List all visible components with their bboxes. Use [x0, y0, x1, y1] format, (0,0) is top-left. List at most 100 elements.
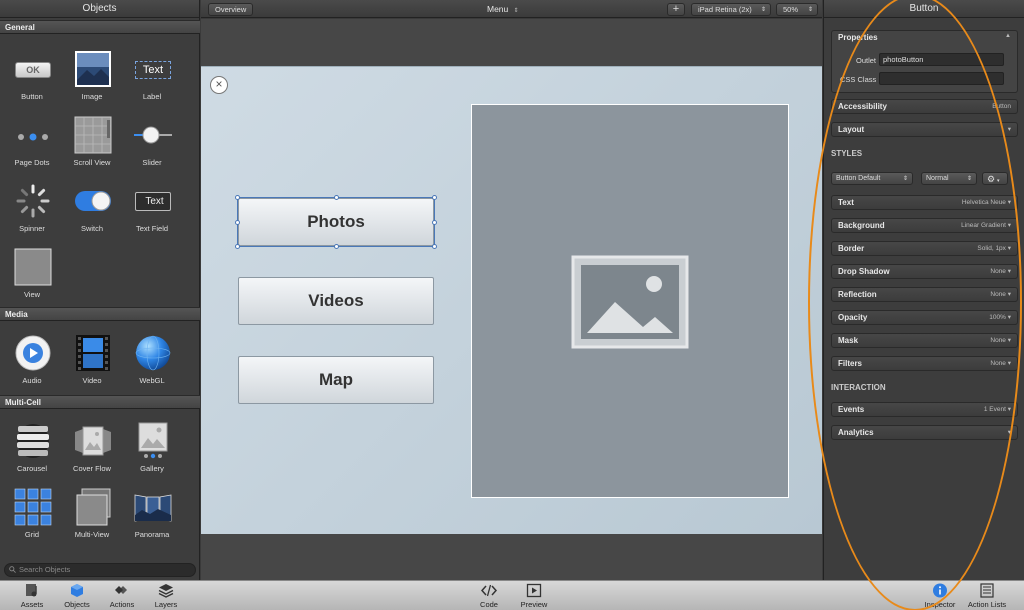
- events-row[interactable]: Events 1 Event ▾: [831, 402, 1018, 417]
- style-state-label: Normal: [926, 175, 949, 182]
- object-switch[interactable]: Switch: [62, 176, 122, 238]
- style-row-value: None ▾: [990, 337, 1011, 344]
- style-row-background[interactable]: Background Linear Gradient ▾: [831, 218, 1018, 233]
- map-button[interactable]: Map: [238, 356, 434, 404]
- object-panorama[interactable]: Panorama: [122, 482, 182, 544]
- object-webgl[interactable]: WebGL: [122, 328, 182, 390]
- object-page-dots[interactable]: Page Dots: [2, 110, 62, 172]
- styles-header: STYLES: [831, 149, 863, 158]
- preview-label: Preview: [520, 600, 548, 609]
- overview-button[interactable]: Overview: [208, 3, 254, 16]
- cover-flow-icon: [74, 422, 112, 460]
- object-view[interactable]: View: [2, 242, 62, 304]
- canvas-area[interactable]: × Photos Videos Map: [201, 19, 822, 580]
- style-row-value: None ▾: [990, 291, 1011, 298]
- layers-icon: [158, 584, 174, 598]
- add-button[interactable]: +: [667, 3, 685, 16]
- css-class-field[interactable]: [879, 72, 1004, 85]
- style-row-text[interactable]: Text Helvetica Neue ▾: [831, 195, 1018, 210]
- object-label: Switch: [80, 224, 104, 233]
- object-grid[interactable]: Grid: [2, 482, 62, 544]
- style-row-filters[interactable]: Filters None ▾: [831, 356, 1018, 371]
- resize-handle[interactable]: [334, 195, 339, 200]
- style-preset-select[interactable]: Button Default ⇕: [831, 172, 913, 185]
- cube-icon: [71, 584, 83, 597]
- up-down-chevron-icon: ⇕: [902, 176, 908, 182]
- section-general[interactable]: General: [0, 20, 200, 34]
- style-row-drop-shadow[interactable]: Drop Shadow None ▾: [831, 264, 1018, 279]
- zoom-label: 50%: [783, 5, 799, 14]
- object-label: WebGL: [139, 376, 165, 385]
- action-lists-tab[interactable]: Action Lists: [964, 582, 1010, 610]
- collapse-icon[interactable]: ▲: [1005, 33, 1011, 39]
- analytics-row[interactable]: Analytics ▾: [831, 425, 1018, 440]
- object-slider[interactable]: Slider: [122, 110, 182, 172]
- objects-tab[interactable]: Objects: [54, 582, 100, 610]
- object-text-field[interactable]: Text Text Field: [122, 176, 182, 238]
- object-label: Spinner: [19, 224, 45, 233]
- close-icon[interactable]: ×: [210, 76, 228, 94]
- device-select[interactable]: iPad Retina (2x) ⇕: [691, 3, 771, 16]
- properties-group: Properties ▲ Outlet photoButton CSS Clas…: [831, 30, 1018, 93]
- objects-label: Objects: [64, 600, 90, 609]
- section-media[interactable]: Media: [0, 307, 200, 321]
- style-row-value: Helvetica Neue ▾: [961, 199, 1011, 206]
- resize-handle[interactable]: [235, 220, 240, 225]
- objects-panel-title: Objects: [0, 0, 199, 18]
- layers-tab[interactable]: Layers: [143, 582, 189, 610]
- object-gallery[interactable]: Gallery: [122, 416, 182, 478]
- diamond-actions-icon: [115, 586, 127, 594]
- code-tab[interactable]: Code: [466, 582, 512, 610]
- image-placeholder-panel[interactable]: [471, 104, 789, 498]
- properties-label: Properties: [838, 33, 878, 42]
- object-audio[interactable]: Audio: [2, 328, 62, 390]
- style-row-border[interactable]: Border Solid, 1px ▾: [831, 241, 1018, 256]
- style-row-opacity[interactable]: Opacity 100% ▾: [831, 310, 1018, 325]
- object-label: Video: [82, 376, 102, 385]
- object-image[interactable]: Image: [62, 44, 122, 106]
- accessibility-row[interactable]: Accessibility Button: [831, 99, 1018, 114]
- object-label: Text Field: [135, 224, 169, 233]
- scene-title-dropdown[interactable]: Menu ⇕: [487, 4, 519, 14]
- object-label-item[interactable]: Text Label: [122, 44, 182, 106]
- object-carousel[interactable]: Carousel: [2, 416, 62, 478]
- object-label: Button: [21, 92, 43, 101]
- object-multi-view[interactable]: Multi-View: [62, 482, 122, 544]
- section-multi-cell[interactable]: Multi-Cell: [0, 395, 200, 409]
- layout-row[interactable]: Layout ▾: [831, 122, 1018, 137]
- interaction-header: INTERACTION: [831, 383, 886, 392]
- resize-handle[interactable]: [432, 220, 437, 225]
- style-row-label: Opacity: [838, 313, 868, 322]
- videos-button[interactable]: Videos: [238, 277, 434, 325]
- image-placeholder-icon: [571, 255, 689, 349]
- accessibility-label: Accessibility: [838, 102, 887, 111]
- text-field-icon: Text: [134, 182, 172, 220]
- grid-icon: [14, 488, 52, 526]
- object-label: Scroll View: [73, 158, 111, 167]
- resize-handle[interactable]: [432, 195, 437, 200]
- scene-stage[interactable]: × Photos Videos Map: [201, 66, 822, 534]
- object-video[interactable]: Video: [62, 328, 122, 390]
- inspector-title: Button: [824, 0, 1024, 18]
- inspector-tab[interactable]: Inspector: [917, 582, 963, 610]
- resize-handle[interactable]: [432, 244, 437, 249]
- assets-tab[interactable]: Assets: [9, 582, 55, 610]
- zoom-select[interactable]: 50% ⇕: [776, 3, 818, 16]
- style-row-mask[interactable]: Mask None ▾: [831, 333, 1018, 348]
- object-scroll-view[interactable]: Scroll View: [62, 110, 122, 172]
- css-class-label: CSS Class: [840, 75, 877, 84]
- object-spinner[interactable]: Spinner: [2, 176, 62, 238]
- outlet-field[interactable]: photoButton: [879, 53, 1004, 66]
- preview-tab[interactable]: Preview: [511, 582, 557, 610]
- style-state-select[interactable]: Normal ⇕: [921, 172, 977, 185]
- style-row-label: Background: [838, 221, 885, 230]
- style-row-reflection[interactable]: Reflection None ▾: [831, 287, 1018, 302]
- actions-tab[interactable]: Actions: [99, 582, 145, 610]
- resize-handle[interactable]: [235, 195, 240, 200]
- resize-handle[interactable]: [235, 244, 240, 249]
- resize-handle[interactable]: [334, 244, 339, 249]
- object-button[interactable]: OK Button: [2, 44, 62, 106]
- object-cover-flow[interactable]: Cover Flow: [62, 416, 122, 478]
- style-settings-button[interactable]: ⚙ ▾: [982, 172, 1008, 185]
- search-objects-field[interactable]: Search Objects: [4, 563, 196, 577]
